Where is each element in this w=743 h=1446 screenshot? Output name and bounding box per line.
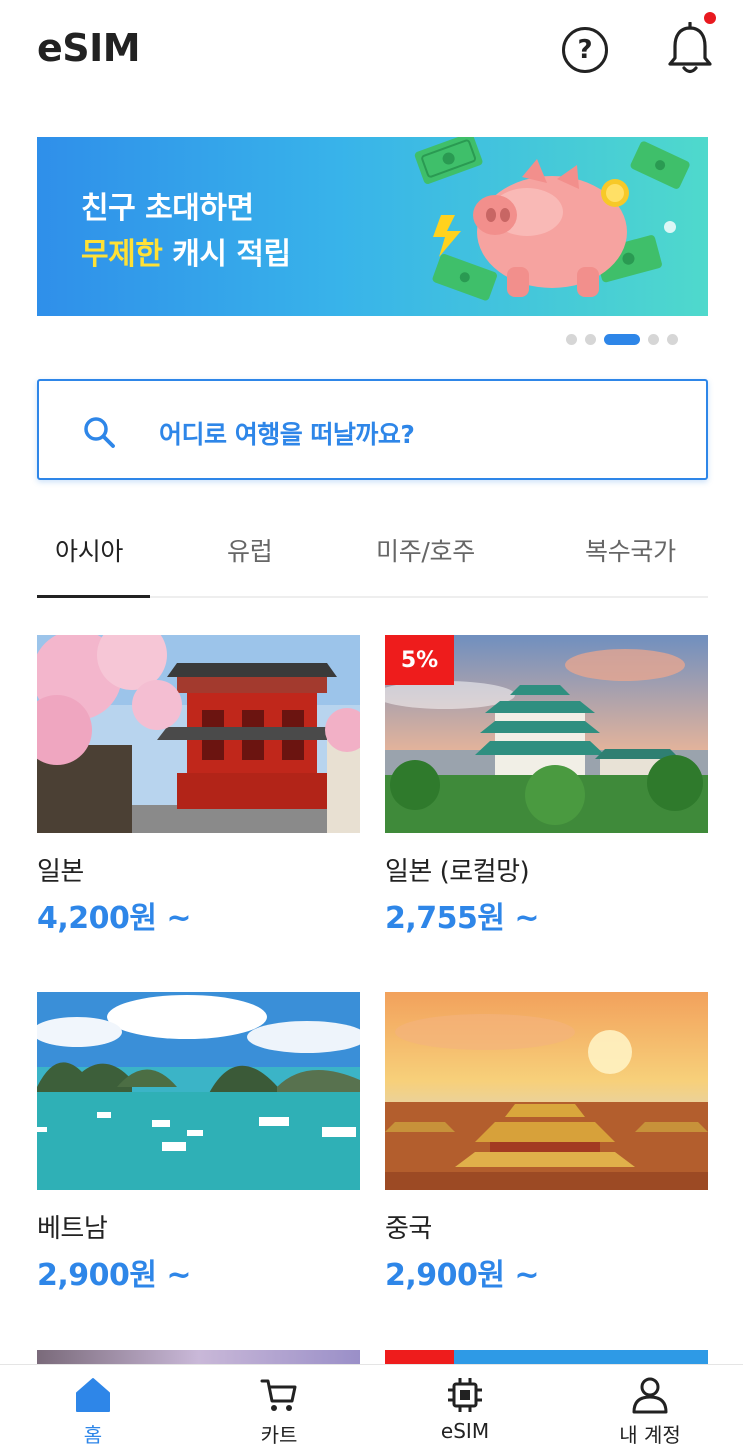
banner-highlight: 무제한 (81, 237, 163, 272)
product-card-peek[interactable] (385, 1350, 708, 1364)
region-tabs: 아시아 유럽 미주/호주 복수국가 (37, 520, 708, 598)
carousel-dot-active[interactable] (604, 333, 640, 345)
nav-cart[interactable]: 카트 (186, 1365, 372, 1446)
forbidden-city-image (385, 992, 708, 1190)
product-card-japan[interactable]: 일본 4,200원 ~ (37, 635, 360, 965)
help-circle-icon: ? (577, 35, 593, 65)
carousel-dot[interactable] (667, 333, 678, 345)
product-price: 2,900원 ~ (37, 1258, 192, 1293)
banner-line1: 친구 초대하면 (81, 191, 254, 226)
nav-home[interactable]: 홈 (0, 1365, 186, 1446)
japan-temple-image (37, 635, 360, 833)
chip-icon (448, 1378, 482, 1412)
bottom-navigation: 홈 카트 eSIM 내 계정 (0, 1364, 743, 1446)
product-card-peek[interactable] (37, 1350, 360, 1364)
product-price: 4,200원 ~ (37, 901, 192, 936)
nav-label: eSIM (440, 1419, 490, 1443)
bell-icon[interactable] (665, 22, 715, 76)
product-name: 일본 (로컬망) (385, 857, 530, 887)
nav-account[interactable]: 내 계정 (557, 1365, 743, 1446)
product-price: 2,755원 ~ (385, 901, 540, 936)
app-title: eSIM (37, 26, 141, 70)
nav-label: 카트 (260, 1423, 298, 1446)
carousel-dot[interactable] (585, 333, 596, 345)
carousel-dot[interactable] (648, 333, 659, 345)
tab-americas-oceania[interactable]: 미주/호주 (376, 532, 475, 568)
nav-esim[interactable]: eSIM (372, 1365, 558, 1446)
user-icon (632, 1377, 668, 1414)
carousel-dot[interactable] (566, 333, 577, 345)
product-name: 일본 (37, 857, 84, 887)
promo-banner[interactable]: 친구 초대하면 무제한 캐시 적립 (37, 137, 708, 316)
notification-dot (704, 12, 716, 24)
tab-europe[interactable]: 유럽 (227, 532, 273, 568)
product-price: 2,900원 ~ (385, 1258, 540, 1293)
app-header: eSIM ? (0, 0, 743, 100)
piggy-bank-icon (414, 137, 690, 301)
discount-badge (385, 1350, 454, 1364)
banner-line2: 무제한 캐시 적립 (81, 229, 291, 273)
nav-label: 내 계정 (619, 1423, 681, 1446)
tab-multi-country[interactable]: 복수국가 (585, 532, 676, 568)
home-icon (76, 1378, 110, 1412)
cart-icon (260, 1379, 297, 1411)
help-button[interactable]: ? (562, 27, 608, 73)
banner-line2-rest: 캐시 적립 (162, 237, 291, 272)
product-name: 베트남 (37, 1214, 108, 1244)
nav-label: 홈 (83, 1423, 103, 1446)
halong-bay-image (37, 992, 360, 1190)
discount-badge: 5% (385, 635, 454, 685)
product-card-vietnam[interactable]: 베트남 2,900원 ~ (37, 992, 360, 1322)
search-placeholder: 어디로 여행을 떠날까요? (159, 420, 415, 449)
product-card-japan-local[interactable]: 5% 일본 (로컬망) 2,755원 ~ (385, 635, 708, 965)
tab-asia[interactable]: 아시아 (55, 532, 123, 568)
destination-search-input[interactable]: 어디로 여행을 떠날까요? (37, 379, 708, 480)
product-name: 중국 (385, 1214, 432, 1244)
carousel-dots (566, 333, 678, 345)
product-card-china[interactable]: 중국 2,900원 ~ (385, 992, 708, 1322)
search-icon (84, 417, 115, 448)
active-tab-indicator (37, 595, 150, 598)
